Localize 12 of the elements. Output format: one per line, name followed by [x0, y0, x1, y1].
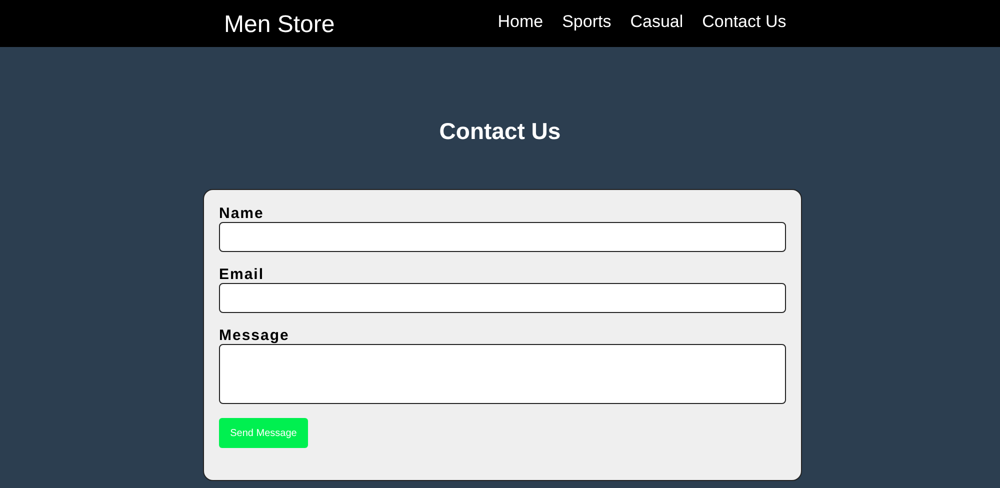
- message-field[interactable]: [219, 344, 786, 404]
- brand-title[interactable]: Men Store: [224, 11, 335, 39]
- nav-link[interactable]: Home: [498, 12, 544, 32]
- input-field[interactable]: [219, 222, 786, 252]
- page-heading: Contact Us: [438, 117, 562, 145]
- nav-link[interactable]: Contact Us: [702, 12, 786, 32]
- field-label: Message: [219, 328, 290, 344]
- field-label: Email: [219, 267, 266, 283]
- nav-link[interactable]: Casual: [630, 12, 684, 32]
- nav-link[interactable]: Sports: [562, 12, 612, 32]
- field-label: Name: [219, 206, 265, 222]
- input-field[interactable]: [219, 283, 786, 313]
